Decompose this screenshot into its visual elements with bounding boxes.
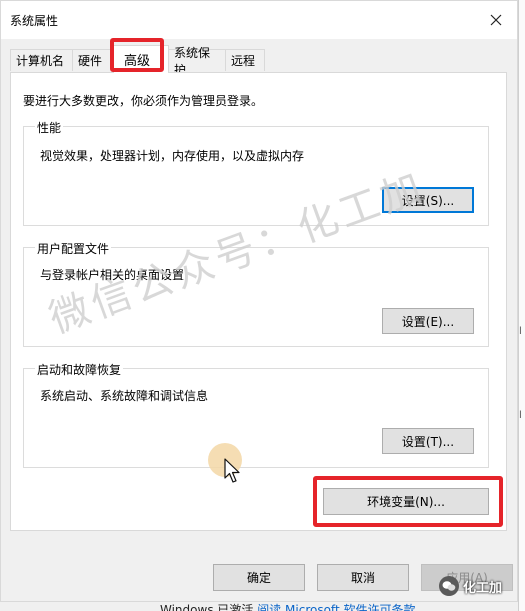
tab-label: 计算机名 [16,54,65,68]
brand-text: 化工加 [463,580,503,596]
edge-mark: l [519,410,522,421]
tab-remote[interactable]: 远程 [225,49,265,71]
user-profiles-settings-button[interactable]: 设置(E)... [382,308,474,334]
title-bar: 系统属性 [1,1,517,39]
background-window-edge [518,0,525,611]
tab-highlight-box [110,38,164,72]
tab-computer-name[interactable]: 计算机名 [10,49,73,71]
close-icon [490,14,502,26]
wechat-logo-icon [439,576,459,596]
tab-system-protection[interactable]: 系统保护 [168,46,226,77]
env-button-highlight-box [313,476,503,527]
admin-note: 要进行大多数更改，你必须作为管理员登录。 [23,94,264,108]
startup-recovery-title: 启动和故障恢复 [35,361,124,378]
ok-button[interactable]: 确定 [213,564,305,591]
tab-label: 远程 [231,54,256,68]
window-title: 系统属性 [10,14,59,28]
activation-text: Windows 已激活 [160,603,254,611]
startup-recovery-description: 系统启动、系统故障和调试信息 [40,389,209,403]
tab-hardware[interactable]: 硬件 [72,49,112,71]
mouse-cursor-icon [224,458,240,483]
license-link[interactable]: 阅读 Microsoft 软件许可条款 [257,603,415,611]
activation-notice: Windows 已激活 阅读 Microsoft 软件许可条款 [160,601,415,611]
tab-label: 硬件 [78,54,103,68]
brand-badge: 化工加 [439,574,519,598]
close-button[interactable] [485,9,507,31]
tab-strip: 计算机名 硬件 高级 系统保护 远程 [10,45,510,77]
performance-description: 视觉效果，处理器计划，内存使用，以及虚拟内存 [40,149,305,163]
edge-mark: l [519,326,522,337]
cancel-button[interactable]: 取消 [317,564,409,591]
performance-title: 性能 [35,119,64,136]
user-profiles-title: 用户配置文件 [35,240,112,257]
startup-recovery-settings-button[interactable]: 设置(T)... [382,428,474,454]
